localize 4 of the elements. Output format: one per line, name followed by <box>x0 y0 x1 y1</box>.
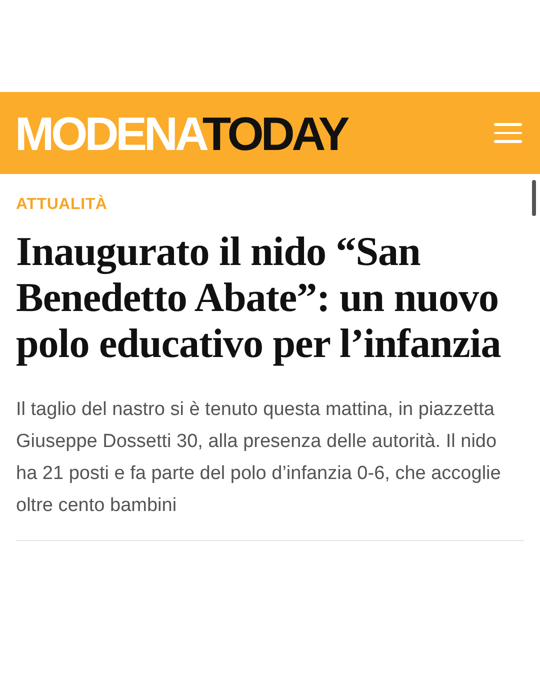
article-summary: Il taglio del nastro si è tenuto questa mattina, in piazzetta Giuseppe Dossetti 30, alla presenza delle autorità. Il nido ha 21 posti e fa parte del polo d’infanzia 0-6, che accoglie oltre cento bambini <box>16 398 502 518</box>
scrollbar[interactable] <box>532 180 536 216</box>
site-logo[interactable]: MODENATODAY <box>15 110 347 156</box>
article-title: Inaugurato il nido “San Benedetto Abate”: un nuovo polo educativo per l’infanzia <box>16 228 502 366</box>
